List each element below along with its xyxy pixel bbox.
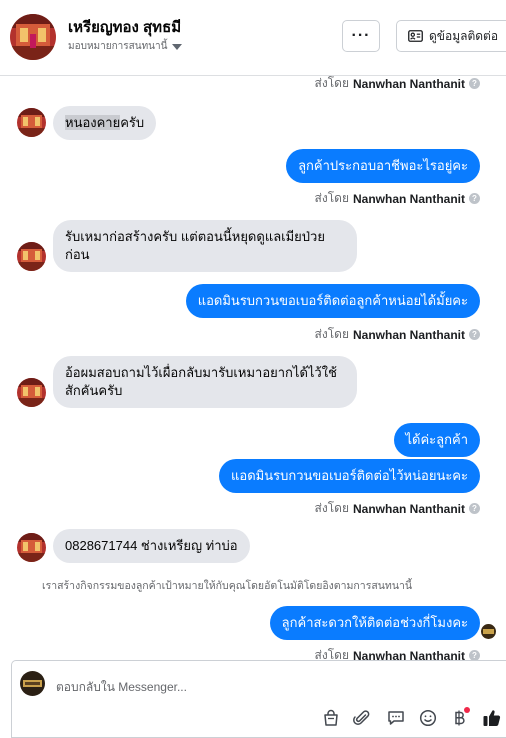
reply-composer: ตอบกลับใน Messenger... <box>11 660 506 738</box>
message-outgoing[interactable]: ลูกค้าประกอบอาชีพอะไรอยู่คะ <box>286 149 480 183</box>
more-options-button[interactable]: ··· <box>342 20 380 52</box>
view-contact-button[interactable]: ดูข้อมูลติดต่อ <box>396 20 506 52</box>
message-incoming[interactable]: อ้อผมสอบถามไว้เผื่อกลับมารับเหมาอยากได้ไ… <box>53 356 357 408</box>
info-icon[interactable]: ? <box>469 650 480 660</box>
sent-by-line: ส่งโดย Nanwhan Nanthanit ? <box>315 646 480 660</box>
customer-avatar-small <box>17 242 46 271</box>
message-incoming[interactable]: รับเหมาก่อสร้างครับ แต่ตอนนี้หยุดดูแลเมี… <box>53 220 357 272</box>
message-outgoing[interactable]: แอดมินรบกวนขอเบอร์ติดต่อลูกค้าหน่อยได้มั… <box>185 284 480 318</box>
info-icon[interactable]: ? <box>469 193 480 204</box>
customer-avatar[interactable] <box>10 14 56 60</box>
message-outgoing[interactable]: ลูกค้าสะดวกให้ติดต่อช่วงกี่โมงคะ <box>269 606 480 640</box>
message-thread[interactable]: ส่งโดย Nanwhan Nanthanit ? หนองคายครับ ล… <box>0 76 506 660</box>
seen-indicator-avatar <box>481 624 496 639</box>
ellipsis-icon: ··· <box>351 27 371 44</box>
thumbs-up-icon[interactable] <box>481 707 503 729</box>
message-outgoing[interactable]: ได้ค่ะลูกค้า <box>393 423 480 457</box>
customer-avatar-small <box>17 108 46 137</box>
lead-activity-notice: เราสร้างกิจกรรมของลูกค้าเป้าหมายให้กับคุ… <box>42 580 413 592</box>
saved-reply-icon[interactable] <box>385 707 407 729</box>
customer-avatar-small <box>17 533 46 562</box>
sent-by-line: ส่งโดย Nanwhan Nanthanit ? <box>315 499 480 518</box>
baht-payment-icon[interactable] <box>449 707 471 729</box>
conversation-header: เหรียญทอง สุทธมี มอบหมายการสนทนานี้ ··· … <box>0 0 506 76</box>
assign-conversation-dropdown[interactable]: มอบหมายการสนทนานี้ <box>68 39 183 54</box>
info-icon[interactable]: ? <box>469 503 480 514</box>
info-icon[interactable]: ? <box>469 329 480 340</box>
shopping-bag-icon[interactable] <box>320 707 342 729</box>
view-contact-label: ดูข้อมูลติดต่อ <box>429 28 499 43</box>
message-incoming[interactable]: 0828671744 ช่างเหรียญ ท่าบ่อ <box>53 529 250 563</box>
chevron-down-icon <box>172 43 183 50</box>
message-outgoing[interactable]: แอดมินรบกวนขอเบอร์ติดต่อไว้หน่อยนะคะ <box>219 459 480 493</box>
sent-by-line: ส่งโดย Nanwhan Nanthanit ? <box>315 76 480 93</box>
paperclip-icon[interactable] <box>351 707 373 729</box>
assign-conversation-label: มอบหมายการสนทนานี้ <box>68 41 168 52</box>
page-avatar <box>20 671 45 696</box>
customer-avatar-small <box>17 378 46 407</box>
emoji-icon[interactable] <box>417 707 439 729</box>
contact-card-icon <box>408 30 423 42</box>
customer-name: เหรียญทอง สุทธมี <box>68 19 182 36</box>
info-icon[interactable]: ? <box>469 78 480 89</box>
sent-by-line: ส่งโดย Nanwhan Nanthanit ? <box>315 189 480 208</box>
sent-by-line: ส่งโดย Nanwhan Nanthanit ? <box>315 325 480 344</box>
message-incoming[interactable]: หนองคายครับ <box>53 106 157 140</box>
notification-dot <box>464 707 470 713</box>
reply-input[interactable]: ตอบกลับใน Messenger... <box>56 678 187 697</box>
